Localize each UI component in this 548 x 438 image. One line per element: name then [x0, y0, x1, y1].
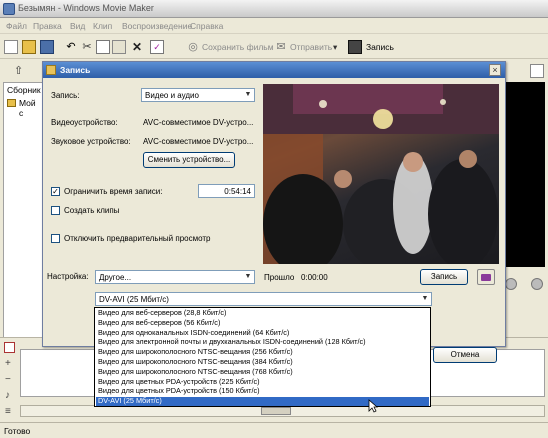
zoom-out-icon[interactable]: − — [5, 374, 11, 385]
narrate-icon[interactable]: ♪ — [5, 390, 10, 401]
monitor-controls — [505, 268, 545, 298]
chevron-down-icon: ▼ — [244, 273, 252, 280]
create-clips-checkbox[interactable] — [51, 206, 60, 215]
menu-view[interactable]: Вид — [70, 21, 85, 31]
change-device-button[interactable]: Сменить устройство... — [143, 152, 235, 168]
cancel-button[interactable]: Отмена — [433, 347, 497, 363]
limit-time-input[interactable]: 0:54:14 — [198, 184, 255, 198]
settings-value: Другое... — [99, 273, 132, 282]
record-type-select[interactable]: Видео и аудио ▼ — [141, 88, 255, 102]
disable-preview-checkbox[interactable] — [51, 234, 60, 243]
send-icon[interactable]: ✉ — [274, 40, 288, 54]
dropdown-option[interactable]: Видео для электронной почты и двухканаль… — [96, 338, 429, 347]
open-folder-icon[interactable] — [22, 40, 36, 54]
create-clips-label: Создать клипы — [64, 206, 120, 215]
dropdown-option[interactable]: Видео для широкополосного NTSC-вещания (… — [96, 347, 429, 357]
disable-preview-label: Отключить предварительный просмотр — [64, 234, 211, 243]
save-movie-icon[interactable]: ◎ — [186, 40, 200, 54]
menu-help[interactable]: Справка — [190, 21, 223, 31]
send-button[interactable]: Отправить — [290, 42, 332, 52]
collections-header: Сборник — [7, 85, 41, 95]
audio-device-value: AVC-совместимое DV-устро... — [143, 137, 254, 146]
settings-select[interactable]: Другое... ▼ — [95, 270, 255, 284]
paste-icon[interactable] — [112, 40, 126, 54]
record-dialog: Запись × Запись: Видео и аудио ▼ Видеоус… — [42, 61, 506, 363]
dropdown-option[interactable]: Видео для цветных PDA-устройств (225 Кби… — [96, 377, 429, 387]
collections-pane: Сборник Мой с — [3, 82, 43, 352]
movie-maker-icon — [3, 3, 15, 15]
limit-time-checkbox[interactable]: ✓ — [51, 187, 60, 196]
record-type-value: Видео и аудио — [145, 91, 199, 100]
dropdown-option-selected[interactable]: DV-AVI (25 Мбит/с) — [96, 396, 429, 406]
folder-icon — [7, 99, 16, 107]
video-device-value: AVC-совместимое DV-устро... — [143, 118, 254, 127]
elapsed-label: Прошло — [264, 273, 295, 282]
chevron-down-icon: ▼ — [244, 91, 252, 98]
record-icon[interactable] — [348, 40, 362, 54]
video-device-label: Видеоустройство: — [51, 118, 118, 127]
dropdown-option[interactable]: Видео для цветных PDA-устройств (150 Кби… — [96, 387, 429, 396]
dropdown-option[interactable]: Видео для одноканальных ISDN-соединений … — [96, 328, 429, 338]
dropdown-option[interactable]: Видео для широкополосного NTSC-вещания (… — [96, 367, 429, 377]
record-label: Запись: — [51, 91, 80, 100]
monitor-preview — [505, 82, 545, 267]
main-toolbar: ↶ ✂ ✕ ✓ ◎ Сохранить фильм ✉ Отправить ▾ … — [0, 35, 548, 59]
status-text: Готово — [4, 426, 31, 436]
dialog-title: Запись — [60, 65, 91, 75]
copy-icon[interactable] — [96, 40, 110, 54]
cut-icon[interactable]: ✂ — [80, 40, 94, 54]
dialog-icon — [46, 65, 56, 75]
menu-bar: Файл Правка Вид Клип Воспроизведение Спр… — [0, 18, 548, 34]
zoom-in-icon[interactable]: + — [5, 358, 11, 369]
audio-device-label: Звуковое устройство: — [51, 137, 131, 146]
playback-button[interactable] — [505, 278, 517, 290]
preview-image — [263, 84, 499, 264]
chevron-down-icon: ▼ — [421, 295, 429, 302]
close-icon[interactable]: × — [489, 64, 501, 76]
menu-clip[interactable]: Клип — [93, 21, 112, 31]
record-button[interactable]: Запись — [420, 269, 468, 285]
save-icon[interactable] — [40, 40, 54, 54]
mouse-cursor-icon — [368, 399, 378, 413]
save-movie-button[interactable]: Сохранить фильм — [202, 42, 274, 52]
view-toggle-icon[interactable] — [530, 64, 544, 78]
up-arrow-icon[interactable]: ⇧ — [14, 64, 23, 77]
window-titlebar: Безымян - Windows Movie Maker — [0, 0, 548, 18]
audio-levels-icon[interactable]: ≡ — [5, 406, 11, 417]
dropdown-option[interactable]: Видео для широкополосного NTSC-вещания (… — [96, 357, 429, 367]
format-dropdown-list: Видео для веб-серверов (28,8 Кбит/с) Вид… — [94, 307, 431, 407]
settings-label: Настройка: — [47, 272, 89, 281]
video-preview — [263, 84, 499, 264]
send-dropdown-icon[interactable]: ▾ — [333, 42, 337, 53]
new-icon[interactable] — [4, 40, 18, 54]
record-toolbar-button[interactable]: Запись — [366, 42, 394, 52]
limit-time-label: Ограничить время записи: — [64, 187, 163, 196]
storyboard-icon[interactable] — [4, 342, 15, 353]
format-value: DV-AVI (25 Мбит/с) — [99, 295, 169, 304]
properties-icon[interactable]: ✓ — [150, 40, 164, 54]
scrollbar-thumb[interactable] — [261, 407, 291, 415]
undo-icon[interactable]: ↶ — [64, 40, 78, 54]
menu-edit[interactable]: Правка — [33, 21, 62, 31]
menu-file[interactable]: Файл — [6, 21, 27, 31]
collection-item[interactable]: Мой с — [19, 98, 42, 118]
snapshot-camera-icon[interactable] — [477, 269, 495, 285]
menu-playback[interactable]: Воспроизведение — [122, 21, 192, 31]
dropdown-option[interactable]: Видео для веб-серверов (56 Кбит/с) — [96, 318, 429, 328]
status-bar: Готово — [0, 422, 548, 438]
format-select[interactable]: DV-AVI (25 Мбит/с) ▼ — [95, 292, 432, 306]
dropdown-option[interactable]: Видео для веб-серверов (28,8 Кбит/с) — [96, 308, 429, 318]
dialog-titlebar: Запись × — [43, 62, 505, 78]
split-button[interactable] — [531, 278, 543, 290]
window-title: Безымян - Windows Movie Maker — [18, 3, 154, 13]
elapsed-value: 0:00:00 — [301, 273, 328, 282]
delete-icon[interactable]: ✕ — [130, 40, 144, 54]
